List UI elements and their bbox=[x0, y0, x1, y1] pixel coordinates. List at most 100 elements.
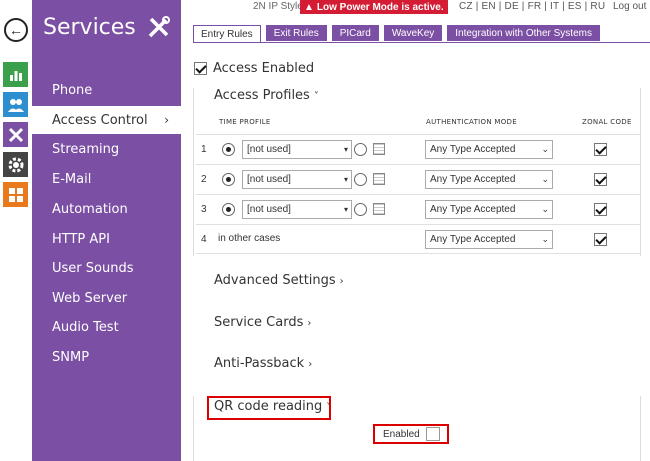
tab-exit-rules[interactable]: Exit Rules bbox=[265, 25, 327, 41]
time-profile-radio-alt[interactable] bbox=[354, 203, 367, 216]
directory-users-icon[interactable] bbox=[3, 92, 28, 117]
select-value: [not used] bbox=[247, 204, 291, 215]
chevron-down-icon: ▾ bbox=[343, 175, 348, 184]
select-value: Any Type Accepted bbox=[430, 204, 516, 215]
chevron-down-icon: ⌄ bbox=[541, 174, 549, 184]
table-row: 2 [not used] ▾ Any Type Accepted ⌄ bbox=[196, 164, 641, 194]
zonal-code-checkbox[interactable] bbox=[594, 173, 607, 186]
device-style-label: 2N IP Style bbox=[253, 1, 303, 12]
sidebar-item-automation[interactable]: Automation bbox=[32, 195, 181, 223]
section-title: Service Cards bbox=[214, 315, 304, 330]
auth-mode-select[interactable]: Any Type Accepted ⌄ bbox=[425, 170, 553, 189]
qr-enabled-row: Enabled bbox=[373, 424, 449, 444]
chevron-down-icon: ⌄ bbox=[541, 144, 549, 154]
chevron-down-icon: ▾ bbox=[343, 145, 348, 154]
language-selector[interactable]: CZ | EN | DE | FR | IT | ES | RU bbox=[459, 1, 605, 12]
sidebar-title: Services bbox=[43, 15, 136, 40]
row-number: 1 bbox=[201, 144, 207, 155]
chevron-down-icon: ˅ bbox=[313, 91, 319, 102]
system-grid-icon[interactable] bbox=[3, 182, 28, 207]
top-bar: 2N IP Style ▲ Low Power Mode is active. … bbox=[181, 0, 650, 14]
sidebar-item-label: Streaming bbox=[52, 141, 120, 157]
sidebar-item-label: Audio Test bbox=[52, 319, 119, 335]
section-title: Anti-Passback bbox=[214, 356, 305, 371]
access-profiles-heading[interactable]: Access Profiles ˅ bbox=[214, 88, 319, 103]
col-time-profile: TIME PROFILE bbox=[219, 118, 271, 126]
access-profiles-title: Access Profiles bbox=[214, 88, 310, 103]
select-value: [not used] bbox=[247, 144, 291, 155]
tab-bar: Entry Rules Exit Rules PICard WaveKey In… bbox=[193, 25, 600, 43]
table-row: 1 [not used] ▾ Any Type Accepted ⌄ bbox=[196, 134, 641, 164]
icon-rail: ← bbox=[0, 0, 32, 461]
chevron-right-icon: › bbox=[307, 318, 312, 329]
calendar-icon[interactable] bbox=[373, 173, 385, 185]
sidebar-item-snmp[interactable]: SNMP bbox=[32, 343, 181, 371]
col-auth-mode: AUTHENTICATION MODE bbox=[426, 118, 517, 126]
auth-mode-select[interactable]: Any Type Accepted ⌄ bbox=[425, 140, 553, 159]
calendar-icon[interactable] bbox=[373, 143, 385, 155]
sidebar-item-http-api[interactable]: HTTP API bbox=[32, 225, 181, 253]
time-profile-radio[interactable] bbox=[222, 143, 235, 156]
chevron-right-icon: › bbox=[164, 113, 169, 127]
zonal-code-checkbox[interactable] bbox=[594, 143, 607, 156]
tab-wavekey[interactable]: WaveKey bbox=[383, 25, 443, 41]
advanced-settings-heading[interactable]: Advanced Settings › bbox=[214, 273, 344, 288]
low-power-alert: ▲ Low Power Mode is active. bbox=[300, 0, 448, 14]
anti-passback-heading[interactable]: Anti-Passback › bbox=[214, 356, 312, 371]
tab-underline bbox=[193, 42, 650, 43]
table-row: 3 [not used] ▾ Any Type Accepted ⌄ bbox=[196, 194, 641, 224]
sidebar-item-access-control[interactable]: Access Control › bbox=[32, 106, 181, 134]
sidebar-item-label: User Sounds bbox=[52, 260, 134, 276]
services-tools-icon[interactable] bbox=[3, 122, 28, 147]
status-chart-icon[interactable] bbox=[3, 62, 28, 87]
service-cards-heading[interactable]: Service Cards › bbox=[214, 315, 311, 330]
chevron-down-icon: ˅ bbox=[326, 402, 332, 413]
tab-picard[interactable]: PICard bbox=[331, 25, 379, 41]
chevron-right-icon: › bbox=[308, 359, 313, 370]
row-number: 3 bbox=[201, 204, 207, 215]
auth-mode-select[interactable]: Any Type Accepted ⌄ bbox=[425, 230, 553, 249]
hardware-gear-icon[interactable] bbox=[3, 152, 28, 177]
other-cases-label: in other cases bbox=[218, 233, 281, 244]
qr-reading-heading[interactable]: QR code reading ˅ bbox=[214, 399, 331, 414]
time-profile-select[interactable]: [not used] ▾ bbox=[242, 140, 352, 159]
qr-enabled-checkbox[interactable] bbox=[425, 427, 440, 441]
auth-mode-select[interactable]: Any Type Accepted ⌄ bbox=[425, 200, 553, 219]
logout-link[interactable]: Log out bbox=[613, 1, 646, 12]
chevron-down-icon: ⌄ bbox=[541, 234, 549, 244]
back-arrow-icon[interactable]: ← bbox=[4, 18, 28, 42]
access-enabled-row: Access Enabled bbox=[194, 61, 314, 76]
select-value: [not used] bbox=[247, 174, 291, 185]
time-profile-select[interactable]: [not used] ▾ bbox=[242, 170, 352, 189]
time-profile-radio[interactable] bbox=[222, 173, 235, 186]
qr-title: QR code reading bbox=[214, 399, 323, 414]
tools-icon bbox=[146, 14, 172, 40]
sidebar-item-label: Access Control bbox=[52, 112, 148, 128]
time-profile-radio-alt[interactable] bbox=[354, 173, 367, 186]
sidebar-item-audio-test[interactable]: Audio Test bbox=[32, 313, 181, 341]
services-sidebar: Services Phone Access Control › Streaming… bbox=[32, 0, 181, 461]
chevron-down-icon: ▾ bbox=[343, 205, 348, 214]
time-profile-radio[interactable] bbox=[222, 203, 235, 216]
time-profile-select[interactable]: [not used] ▾ bbox=[242, 200, 352, 219]
sidebar-item-user-sounds[interactable]: User Sounds bbox=[32, 254, 181, 282]
select-value: Any Type Accepted bbox=[430, 144, 516, 155]
tab-integration[interactable]: Integration with Other Systems bbox=[447, 25, 600, 41]
zonal-code-checkbox[interactable] bbox=[594, 233, 607, 246]
sidebar-item-phone[interactable]: Phone bbox=[32, 76, 181, 104]
section-title: Advanced Settings bbox=[214, 273, 336, 288]
sidebar-item-email[interactable]: E-Mail bbox=[32, 165, 181, 193]
select-value: Any Type Accepted bbox=[430, 234, 516, 245]
access-enabled-checkbox[interactable] bbox=[194, 62, 207, 75]
sidebar-item-web-server[interactable]: Web Server bbox=[32, 284, 181, 312]
sidebar-item-streaming[interactable]: Streaming bbox=[32, 135, 181, 163]
time-profile-radio-alt[interactable] bbox=[354, 143, 367, 156]
sidebar-item-label: Web Server bbox=[52, 290, 128, 306]
chevron-right-icon: › bbox=[339, 276, 344, 287]
tab-entry-rules[interactable]: Entry Rules bbox=[193, 25, 261, 43]
sidebar-item-label: E-Mail bbox=[52, 171, 92, 187]
select-value: Any Type Accepted bbox=[430, 174, 516, 185]
zonal-code-checkbox[interactable] bbox=[594, 203, 607, 216]
table-row: 4 in other cases Any Type Accepted ⌄ bbox=[196, 224, 641, 254]
calendar-icon[interactable] bbox=[373, 203, 385, 215]
